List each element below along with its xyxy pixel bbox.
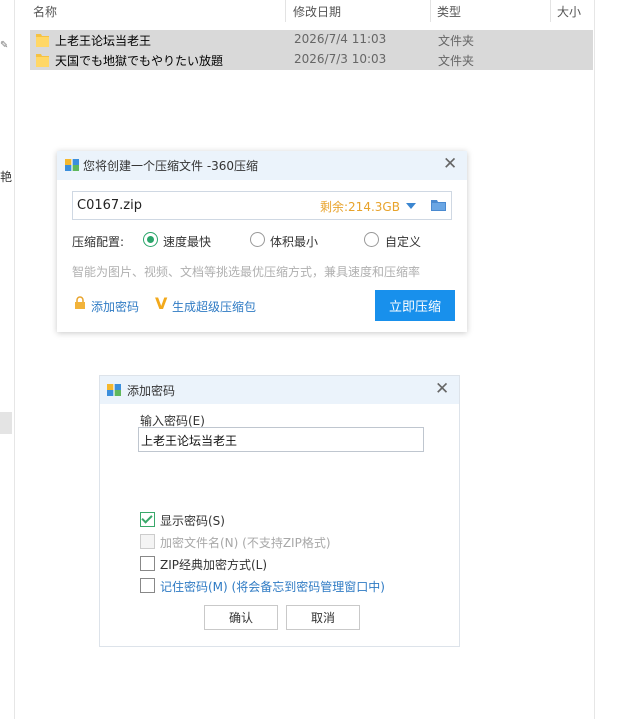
- nav-pane-selected-item[interactable]: [0, 412, 12, 434]
- zip-classic-encryption-label[interactable]: ZIP经典加密方式(L): [160, 556, 267, 573]
- file-row[interactable]: 天国でも地獄でもやりたい放題 2026/7/3 10:03 文件夹: [30, 50, 593, 70]
- column-separator[interactable]: [430, 0, 431, 22]
- add-password-link[interactable]: 添加密码: [91, 298, 139, 315]
- column-name[interactable]: 名称: [33, 3, 57, 20]
- folder-icon: [36, 34, 49, 47]
- compression-config-label: 压缩配置:: [72, 235, 125, 249]
- window-edge: [594, 0, 595, 719]
- filename-input[interactable]: C0167.zip 剩余:214.3GB: [72, 191, 452, 220]
- v-badge-icon: V: [155, 294, 168, 313]
- compress-now-button[interactable]: 立即压缩: [375, 290, 455, 321]
- free-space-label: 剩余:214.3GB: [320, 200, 400, 214]
- file-type: 文件夹: [438, 34, 475, 48]
- radio-fastest[interactable]: [143, 232, 158, 247]
- radio-custom-label[interactable]: 自定义: [385, 233, 421, 250]
- dialog-title: 添加密码: [127, 384, 176, 398]
- password-input[interactable]: 上老王论坛当老王: [138, 427, 424, 452]
- compress-dialog: 您将创建一个压缩文件 -360压缩 ✕ C0167.zip 剩余:214.3GB…: [57, 151, 467, 332]
- remember-password-checkbox[interactable]: [140, 578, 155, 593]
- file-type: 文件夹: [438, 54, 475, 68]
- close-icon[interactable]: ✕: [435, 379, 449, 399]
- dialog-title: 您将创建一个压缩文件 -360压缩: [83, 159, 259, 173]
- column-header: 名称 修改日期 类型 大小: [30, 0, 600, 24]
- encrypt-filenames-checkbox[interactable]: [140, 534, 155, 549]
- archive-app-icon: [65, 159, 79, 171]
- confirm-button[interactable]: 确认: [204, 605, 278, 630]
- archive-app-icon: [107, 384, 121, 396]
- column-date[interactable]: 修改日期: [293, 3, 341, 20]
- super-archive-link[interactable]: 生成超级压缩包: [172, 298, 256, 315]
- show-password-label[interactable]: 显示密码(S): [160, 512, 225, 529]
- cancel-button[interactable]: 取消: [286, 605, 360, 630]
- radio-fastest-label[interactable]: 速度最快: [163, 233, 211, 250]
- dialog-titlebar[interactable]: 您将创建一个压缩文件 -360压缩 ✕: [57, 151, 467, 180]
- folder-icon: [36, 54, 49, 67]
- navigation-pane: [0, 0, 14, 719]
- file-name: 天国でも地獄でもやりたい放題: [55, 54, 224, 68]
- compression-hint: 智能为图片、视频、文档等挑选最优压缩方式，兼具速度和压缩率: [72, 265, 421, 279]
- password-value: 上老王论坛当老王: [141, 434, 238, 448]
- close-icon[interactable]: ✕: [443, 154, 457, 174]
- add-password-dialog: 添加密码 ✕ 输入密码(E) 上老王论坛当老王 显示密码(S) 加密文件名(N)…: [99, 375, 460, 647]
- filename-value: C0167.zip: [77, 198, 142, 213]
- radio-smallest[interactable]: [250, 232, 265, 247]
- file-row[interactable]: 上老王论坛当老王 2026/7/4 11:03 文件夹: [30, 30, 593, 50]
- column-separator[interactable]: [550, 0, 551, 22]
- file-date: 2026/7/4 11:03: [294, 32, 387, 46]
- chevron-down-icon[interactable]: [406, 203, 416, 209]
- pin-icon[interactable]: ✎: [0, 40, 8, 51]
- column-size[interactable]: 大小: [557, 3, 581, 20]
- dialog-titlebar[interactable]: 添加密码 ✕: [100, 376, 459, 404]
- pane-divider: [14, 0, 15, 719]
- radio-smallest-label[interactable]: 体积最小: [270, 233, 318, 250]
- zip-classic-encryption-checkbox[interactable]: [140, 556, 155, 571]
- encrypt-filenames-label: 加密文件名(N) (不支持ZIP格式): [160, 536, 331, 550]
- column-type[interactable]: 类型: [437, 3, 461, 20]
- file-date: 2026/7/3 10:03: [294, 52, 387, 66]
- show-password-checkbox[interactable]: [140, 512, 155, 527]
- radio-custom[interactable]: [364, 232, 379, 247]
- lock-icon: [75, 296, 85, 309]
- nav-pane-text: 艳: [0, 170, 13, 184]
- remember-password-label[interactable]: 记住密码(M) (将会备忘到密码管理窗口中): [160, 578, 385, 595]
- column-separator[interactable]: [285, 0, 286, 22]
- browse-folder-icon[interactable]: [431, 198, 446, 212]
- file-name: 上老王论坛当老王: [55, 34, 152, 48]
